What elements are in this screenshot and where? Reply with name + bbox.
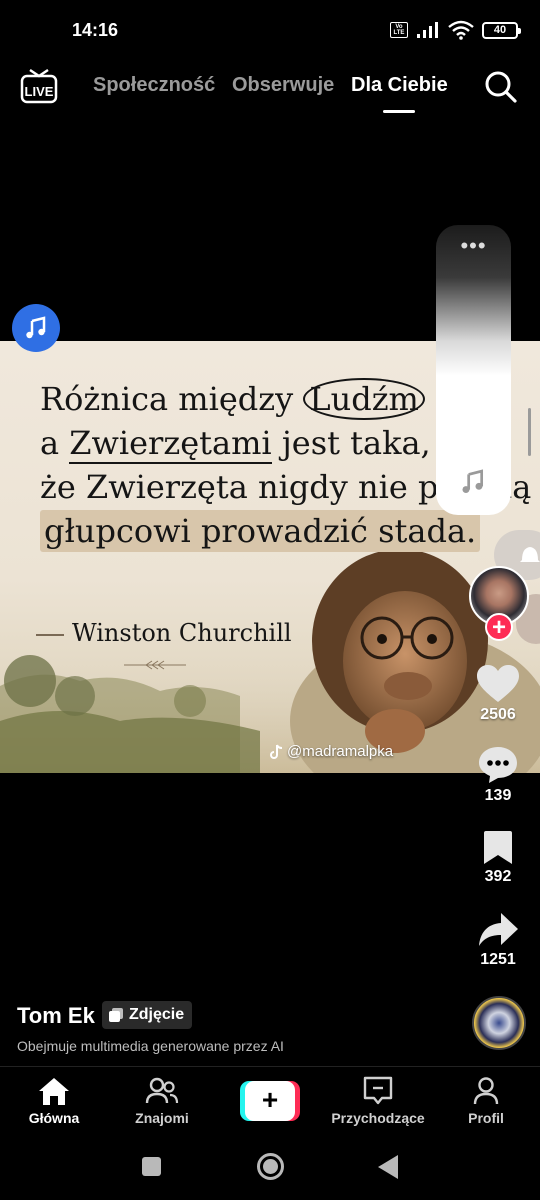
- music-note-icon: [26, 316, 46, 339]
- recents-button[interactable]: [142, 1157, 161, 1176]
- friends-icon: [145, 1077, 179, 1104]
- share-count: 1251: [480, 951, 516, 968]
- home-system-button[interactable]: [257, 1153, 284, 1180]
- tab-dla-ciebie[interactable]: Dla Ciebie: [351, 74, 448, 97]
- live-icon[interactable]: LIVE: [20, 68, 58, 104]
- quote-line-4: głupcowi prowadzić stada.: [40, 509, 531, 553]
- plus-icon: +: [245, 1081, 295, 1121]
- quote-fragment: Różnica między: [40, 380, 304, 418]
- more-options-icon[interactable]: •••: [436, 235, 511, 257]
- volte-icon: Vo LTE: [390, 22, 408, 38]
- music-note-button[interactable]: [12, 304, 60, 352]
- like-button[interactable]: 2506: [468, 664, 528, 724]
- search-icon[interactable]: [484, 70, 518, 104]
- music-disc-avatar[interactable]: [472, 996, 526, 1050]
- photo-icon: [109, 1008, 123, 1022]
- share-arrow-icon: [479, 913, 518, 946]
- nav-profile[interactable]: Profil: [436, 1076, 536, 1126]
- creator-username[interactable]: Tom Ek: [17, 1003, 95, 1029]
- top-nav: LIVE Społeczność Obserwuje Dla Ciebie: [0, 62, 540, 122]
- status-bar: 14:16 Vo LTE 40: [0, 0, 540, 60]
- nav-profile-label: Profil: [468, 1110, 504, 1126]
- bottom-nav-divider: [0, 1066, 540, 1067]
- quote-fragment: a: [40, 424, 70, 462]
- wifi-icon: [448, 20, 474, 40]
- nav-home[interactable]: Główna: [4, 1076, 104, 1126]
- save-count: 392: [484, 868, 512, 885]
- side-scroll-indicator: [528, 408, 531, 456]
- inbox-icon: [363, 1076, 393, 1105]
- status-icons: Vo LTE 40: [390, 20, 521, 40]
- tiktok-logo-icon: [270, 744, 283, 759]
- live-label: LIVE: [25, 84, 54, 99]
- watermark: @madramalpka: [270, 743, 393, 760]
- follow-plus-icon[interactable]: +: [485, 613, 513, 641]
- photo-badge: Zdjęcie: [102, 1001, 193, 1029]
- quote-author: Winston Churchill: [36, 619, 292, 647]
- quote-fragment: jest taka,: [271, 424, 431, 462]
- share-button[interactable]: 1251: [468, 911, 528, 969]
- battery-level: 40: [493, 24, 507, 36]
- home-icon: [39, 1078, 69, 1105]
- tab-spolecznosc[interactable]: Społeczność: [93, 74, 215, 97]
- quote-circled-word: Ludźm: [303, 378, 425, 420]
- ai-content-note: Obejmuje multimedia generowane przez AI: [17, 1038, 284, 1054]
- nav-inbox[interactable]: Przychodzące: [328, 1076, 428, 1126]
- battery-icon: 40: [482, 21, 521, 39]
- quote-fragment: że Zwierzęta nigdy nie pozw: [40, 468, 502, 506]
- active-tab-indicator: [383, 110, 415, 113]
- like-count: 2506: [480, 706, 516, 723]
- back-button[interactable]: [378, 1155, 398, 1179]
- signal-icon: [417, 22, 438, 38]
- watermark-handle: @madramalpka: [287, 743, 394, 760]
- quote-highlighted-line: głupcowi prowadzić stada.: [40, 510, 481, 552]
- quote-underlined-word: Zwierzętami: [69, 424, 272, 464]
- create-button[interactable]: +: [240, 1081, 300, 1121]
- comment-icon: [479, 747, 517, 783]
- side-panel[interactable]: •••: [436, 225, 511, 515]
- author-dash: [36, 633, 64, 636]
- bookmark-icon: [484, 831, 512, 864]
- heart-icon: [477, 665, 519, 702]
- ornament-icon: [124, 660, 186, 670]
- comment-count: 139: [484, 787, 512, 804]
- music-note-icon[interactable]: [460, 469, 486, 495]
- photo-badge-label: Zdjęcie: [129, 1006, 185, 1023]
- author-name: Winston Churchill: [72, 619, 292, 647]
- save-button[interactable]: 392: [468, 830, 528, 886]
- status-time: 14:16: [72, 20, 119, 40]
- nav-inbox-label: Przychodzące: [331, 1110, 425, 1126]
- bell-icon: [520, 547, 540, 562]
- nav-home-label: Główna: [28, 1110, 80, 1126]
- nav-friends-label: Znajomi: [135, 1110, 189, 1126]
- profile-icon: [473, 1077, 499, 1105]
- comment-button[interactable]: 139: [468, 745, 528, 805]
- tab-obserwuje[interactable]: Obserwuje: [232, 74, 334, 97]
- nav-friends[interactable]: Znajomi: [112, 1076, 212, 1126]
